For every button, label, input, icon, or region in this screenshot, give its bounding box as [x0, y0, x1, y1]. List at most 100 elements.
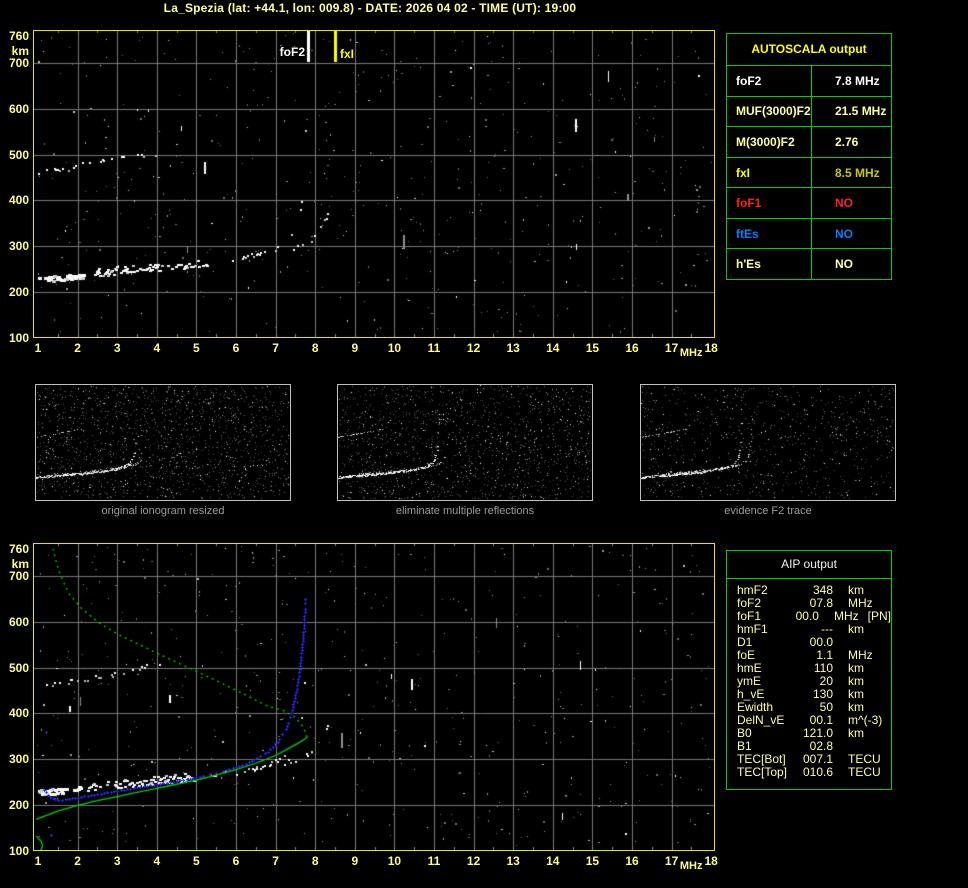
x-tick-label: 16 — [625, 341, 639, 355]
x-tick-label: 16 — [625, 854, 639, 868]
x-tick-label: 1 — [34, 341, 42, 355]
x-tick-label: 4 — [153, 341, 161, 355]
autoscala-row-value: 8.5 MHz — [835, 165, 880, 180]
bottom-ionogram-canvas — [34, 544, 714, 850]
bottom-ionogram-block: 760 700 600 500 400 300 200 100 km 1 2 3 4 5 6 7 8 9 10 11 1… — [0, 543, 760, 888]
y-tick-label: 700 — [8, 56, 29, 71]
autoscala-row-label: ftEs — [727, 218, 812, 249]
autoscala-row: h'Es NO — [727, 248, 891, 280]
x-tick-label: 6 — [232, 854, 240, 868]
autoscala-row-label: fxI — [727, 157, 812, 188]
autoscala-row-value: NO — [835, 257, 853, 272]
mini-caption-filtered: eliminate multiple reflections — [395, 505, 535, 517]
mini-caption-original: original ionogram resized — [101, 505, 225, 517]
autoscala-row: fxI 8.5 MHz — [727, 156, 891, 188]
autoscala-row-value: NO — [835, 196, 853, 211]
y-tick-label: 600 — [8, 615, 29, 630]
autoscala-row-value: 7.8 MHz — [835, 73, 880, 88]
y-tick-label: 760 — [8, 542, 29, 556]
x-tick-label: 5 — [193, 341, 200, 355]
aip-param-value: 010.6 — [802, 765, 833, 779]
x-tick-label: 1 — [34, 854, 42, 868]
x-tick-label: 5 — [193, 854, 200, 868]
x-tick-label: 9 — [351, 854, 359, 868]
mini-caption-evidence: evidence F2 trace — [724, 505, 812, 517]
y-tick-label: 300 — [8, 752, 29, 767]
x-tick-label: 8 — [311, 854, 319, 868]
aip-table-rows: hmF2 348 km foF2 07.8 MHz foF1 00.0 MHz [PN] hmF1-… — [727, 579, 891, 779]
autoscala-table-rows: foF2 7.8 MHz MUF(3000)F2 21.5 MHz M(3000)F2 2… — [727, 65, 891, 280]
autoscala-output-table: AUTOSCALA output foF2 7.8 MHz MUF(3000)F2 2… — [726, 33, 892, 280]
autoscala-row-label: foF2 — [727, 66, 812, 96]
aip-param-flag: [PN] — [867, 609, 891, 623]
autoscala-row-label: foF1 — [727, 188, 812, 218]
mini-panel-original-ionogram — [35, 384, 291, 501]
x-tick-label: 11 — [427, 341, 441, 355]
y-axis-unit-label: km — [11, 43, 29, 58]
y-tick-label: 400 — [8, 706, 29, 721]
x-tick-label: 9 — [351, 341, 359, 355]
y-tick-label: 760 — [8, 29, 29, 43]
aip-param-value: 00.0 — [795, 609, 819, 623]
mini-original-canvas — [36, 385, 290, 500]
x-tick-label: 11 — [427, 854, 441, 868]
x-tick-label: 15 — [585, 854, 600, 868]
y-tick-label: 200 — [8, 284, 29, 299]
top-ionogram-canvas — [34, 31, 714, 337]
y-tick-label: 200 — [8, 797, 29, 812]
y-tick-label: 500 — [8, 147, 29, 162]
x-tick-label: 7 — [272, 341, 279, 355]
x-tick-label: 2 — [74, 854, 81, 868]
autoscala-table-header: AUTOSCALA output — [751, 42, 867, 56]
autoscala-row-label: M(3000)F2 — [727, 127, 812, 157]
x-tick-label: 10 — [387, 854, 402, 868]
autoscala-row: M(3000)F2 2.76 — [727, 126, 891, 157]
bottom-ionogram-frame — [33, 543, 715, 851]
x-axis-unit-label: MHz — [679, 347, 703, 359]
aip-table-header: AIP output — [727, 551, 891, 579]
x-tick-label: 13 — [506, 341, 520, 355]
x-tick-label: 4 — [153, 854, 161, 868]
aip-param-name: TEC[Top] — [737, 765, 788, 779]
x-tick-label: 3 — [113, 854, 121, 868]
autoscala-row: foF1 NO — [727, 187, 891, 218]
x-tick-label: 3 — [113, 341, 121, 355]
y-tick-label: 600 — [8, 102, 29, 117]
page-title: La_Spezia (lat: +44.1, lon: 009.8) - DAT… — [163, 1, 577, 15]
aip-param-unit: km — [848, 622, 864, 636]
aip-output-table: AIP output hmF2 348 km foF2 07.8 MHz foF1 00.0 M… — [726, 550, 892, 790]
mini-panel-evidence-f2-trace — [640, 384, 896, 501]
x-tick-label: 12 — [466, 854, 481, 868]
x-tick-label: 8 — [311, 341, 319, 355]
x-tick-label: 14 — [546, 341, 560, 355]
x-tick-label: 7 — [272, 854, 279, 868]
y-tick-label: 700 — [8, 569, 29, 584]
y-axis-unit-label: km — [11, 556, 29, 571]
autoscala-row-value: 21.5 MHz — [835, 104, 887, 119]
autoscala-row-label: MUF(3000)F2 — [727, 96, 812, 127]
aip-row: TEC[Top] 010.6 TECU — [737, 766, 891, 779]
y-tick-label: 500 — [8, 660, 29, 675]
top-ionogram-frame: foF2 fxI — [33, 30, 715, 338]
top-ionogram-block: foF2 fxI 760 700 600 500 400 300 200 100 km 1 2 3 4 5… — [0, 30, 760, 375]
x-tick-label: 14 — [546, 854, 560, 868]
mini-filtered-canvas — [338, 385, 592, 500]
y-tick-label: 300 — [8, 239, 29, 254]
mini-evidence-canvas — [641, 385, 895, 500]
autoscala-row: foF2 7.8 MHz — [727, 65, 891, 96]
autoscala-row: MUF(3000)F2 21.5 MHz — [727, 95, 891, 127]
autoscala-row-label: h'Es — [727, 249, 812, 280]
x-tick-label: 2 — [74, 341, 81, 355]
foF2-marker-label: foF2 — [279, 45, 305, 59]
x-tick-label: 12 — [466, 341, 481, 355]
fxI-marker-label: fxI — [340, 47, 355, 61]
mini-panel-eliminate-reflections — [337, 384, 593, 501]
x-tick-label: 13 — [506, 854, 520, 868]
x-tick-label: 15 — [585, 341, 600, 355]
x-axis-unit-label: MHz — [679, 860, 703, 872]
aip-param-unit: km — [848, 726, 864, 740]
x-tick-label: 6 — [232, 341, 240, 355]
x-tick-label: 10 — [387, 341, 402, 355]
autoscala-row-value: 2.76 — [835, 134, 859, 149]
autoscala-row-value: NO — [835, 226, 853, 241]
